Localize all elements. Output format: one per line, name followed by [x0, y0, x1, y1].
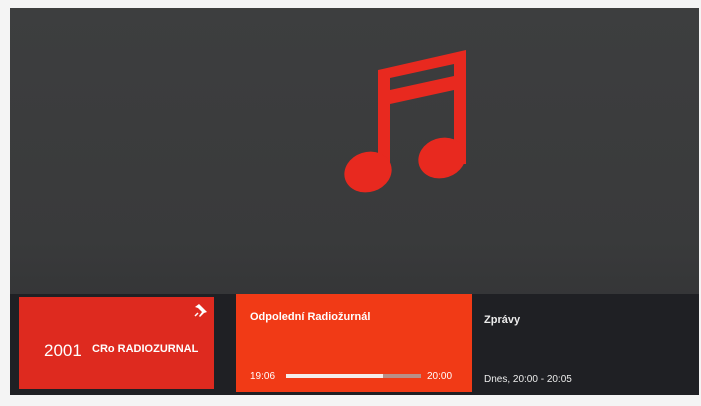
channel-number: 2001: [44, 341, 82, 360]
info-bar: 2001 CRo RADIOZURNAL Odpolední Radiožurn…: [10, 294, 699, 395]
next-program-tile[interactable]: Zprávy Dnes, 20:00 - 20:05: [472, 294, 699, 392]
end-time: 20:00: [427, 371, 453, 382]
tv-screen: 2001 CRo RADIOZURNAL Odpolední Radiožurn…: [10, 8, 699, 395]
pin-icon: [194, 304, 207, 317]
progress-fill: [286, 374, 384, 378]
music-note-icon: [344, 50, 466, 193]
now-playing-title: Odpolední Radiožurnál: [250, 311, 371, 323]
start-time: 19:06: [250, 371, 276, 382]
next-program-title: Zprávy: [484, 314, 521, 326]
next-program-time: Dnes, 20:00 - 20:05: [484, 374, 572, 385]
now-playing-tile[interactable]: Odpolední Radiožurnál 19:06 20:00: [236, 294, 472, 392]
channel-tile[interactable]: 2001 CRo RADIOZURNAL: [19, 297, 214, 389]
channel-name: CRo RADIOZURNAL: [92, 343, 199, 355]
progress-bar: [286, 374, 421, 378]
